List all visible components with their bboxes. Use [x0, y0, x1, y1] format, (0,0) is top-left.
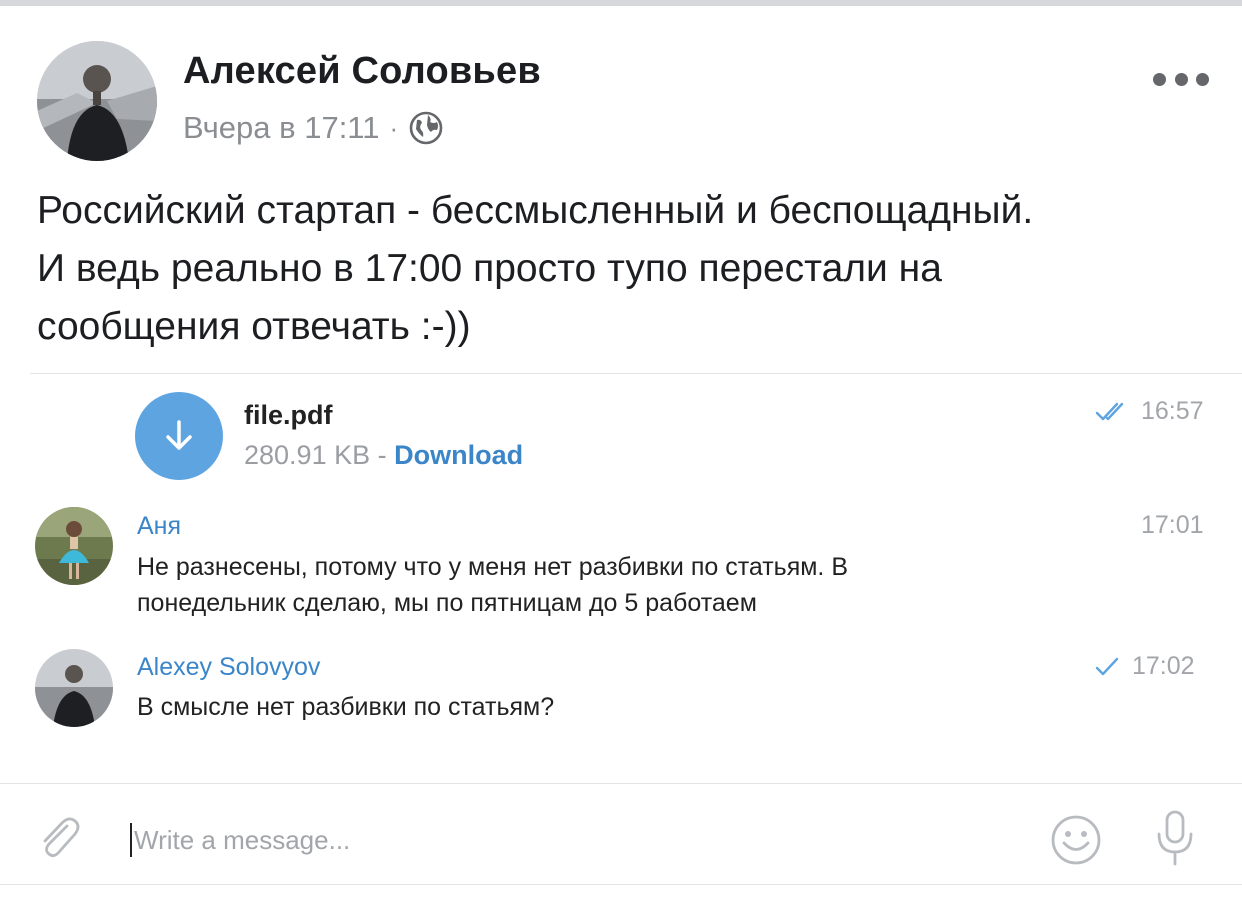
file-size: 280.91 KB — [244, 440, 371, 470]
post-text-line: сообщения отвечать :-)) — [37, 305, 471, 348]
smiley-icon[interactable] — [1048, 812, 1104, 868]
message-time: 17:01 — [1141, 511, 1204, 540]
message-text: В смысле нет разбивки по статьям? — [137, 689, 554, 725]
post-text-line: И ведь реально в 17:00 просто тупо перес… — [37, 247, 942, 290]
file-meta-separator: - — [370, 440, 395, 470]
more-dot — [1174, 72, 1188, 86]
single-check-icon — [1095, 657, 1119, 675]
file-meta: 280.91 KB - Download — [244, 440, 523, 471]
microphone-icon[interactable] — [1153, 808, 1197, 868]
author-avatar[interactable] — [37, 41, 157, 161]
chat-top-divider — [30, 373, 1242, 374]
message-time-label: 17:01 — [1141, 511, 1204, 539]
sender-name[interactable]: Аня — [137, 512, 181, 541]
message-time-label: 17:02 — [1132, 652, 1195, 680]
post-meta: Вчера в 17:11 · — [183, 106, 444, 150]
file-name: file.pdf — [244, 400, 333, 430]
meta-separator: · — [389, 112, 399, 143]
top-divider — [0, 0, 1242, 6]
file-time-label: 16:57 — [1141, 397, 1204, 425]
more-options-button[interactable] — [1153, 64, 1209, 94]
message-input[interactable] — [134, 824, 994, 856]
message-line: В смысле нет разбивки по статьям? — [137, 693, 555, 721]
message-input-wrapper[interactable] — [130, 818, 1010, 862]
more-dot — [1196, 72, 1209, 86]
message-text: Не разнесены, потому что у меня нет разб… — [137, 549, 848, 621]
post-text-line: Российский стартап - бессмысленный и бес… — [37, 189, 1034, 232]
download-arrow-icon — [166, 420, 192, 450]
composer-divider — [0, 783, 1242, 784]
post-timestamp[interactable]: Вчера в 17:11 — [183, 110, 380, 146]
paperclip-icon[interactable] — [33, 812, 85, 864]
download-link[interactable]: Download — [394, 440, 523, 470]
double-check-icon — [1095, 402, 1124, 420]
author-name[interactable]: Алексей Соловьев — [183, 50, 541, 93]
message-line: Не разнесены, потому что у меня нет разб… — [137, 553, 848, 581]
text-caret — [130, 823, 132, 857]
globe-icon — [409, 111, 443, 145]
more-dot — [1153, 72, 1166, 86]
post-text: Российский стартап - бессмысленный и бес… — [37, 182, 1217, 356]
sender-avatar-alexey[interactable] — [35, 649, 113, 727]
sender-name[interactable]: Alexey Solovyov — [137, 653, 320, 682]
file-download-button[interactable] — [135, 392, 223, 480]
bottom-divider — [0, 884, 1242, 885]
message-line: понедельник сделаю, мы по пятницам до 5 … — [137, 589, 757, 617]
file-time: 16:57 — [1095, 397, 1204, 426]
sender-avatar-anya[interactable] — [35, 507, 113, 585]
message-time: 17:02 — [1094, 652, 1195, 681]
